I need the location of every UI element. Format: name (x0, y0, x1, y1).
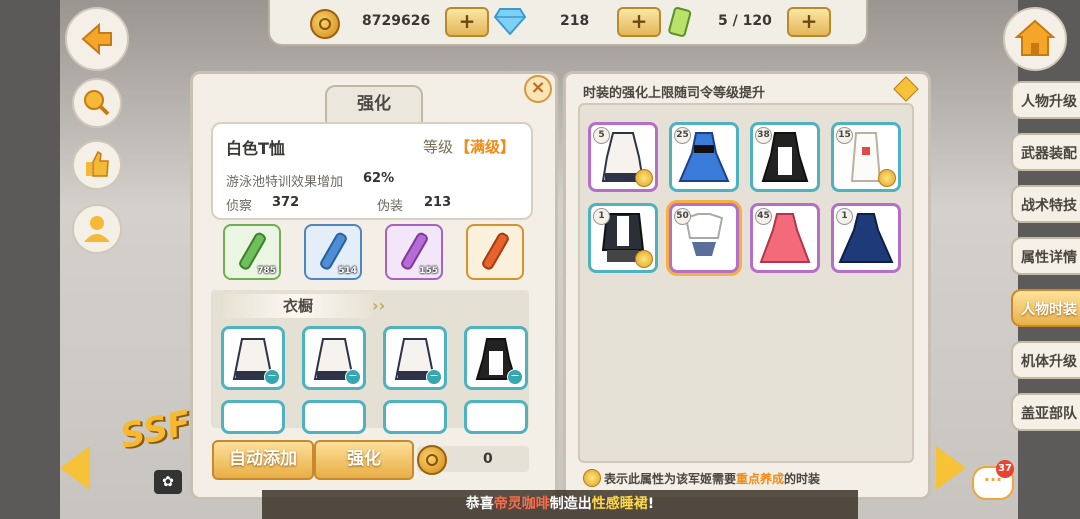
person-icon (84, 216, 110, 242)
stamina-battery-icon (668, 7, 692, 37)
star-icon (635, 250, 653, 268)
cost-value: 0 (483, 451, 493, 467)
next-character-arrow[interactable] (936, 446, 966, 490)
outfit-item[interactable]: 25 (669, 122, 739, 192)
potion-blue[interactable]: 514 (304, 224, 362, 280)
tab-gaia-squad[interactable]: 盖亚部队 (1011, 393, 1080, 431)
notice-prefix: 恭喜 (465, 496, 494, 512)
diamond-icon (494, 8, 526, 35)
star-icon (583, 469, 601, 487)
add-stamina-button[interactable]: + (787, 7, 831, 37)
wardrobe-item[interactable] (383, 400, 447, 434)
footer-suffix: 的时装 (784, 472, 821, 486)
potion-count: 785 (257, 266, 276, 276)
effect-label: 游泳池特训效果增加 (226, 175, 344, 190)
wardrobe-item[interactable]: − (383, 326, 447, 390)
coin-value: 8729626 (362, 13, 431, 29)
coin-icon (310, 9, 340, 39)
orange-potion-icon (482, 232, 509, 270)
potion-count: 155 (419, 266, 438, 276)
paw-icon[interactable]: ✿ (154, 470, 182, 494)
wardrobe-item[interactable] (302, 400, 366, 434)
back-arrow-icon (81, 22, 112, 56)
enhance-button[interactable]: 强化 (314, 440, 414, 480)
auto-add-button[interactable]: 自动添加 (212, 440, 314, 480)
coin-icon (417, 445, 447, 475)
notice-middle: 制造出 (549, 496, 592, 512)
star-icon (635, 169, 653, 187)
outfit-item-selected[interactable]: 50 (669, 203, 739, 273)
potion-orange[interactable] (466, 224, 524, 280)
like-button[interactable] (72, 140, 122, 190)
potion-count: 514 (338, 266, 357, 276)
potion-green[interactable]: 785 (223, 224, 281, 280)
item-name: 白色T恤 (226, 139, 285, 158)
outfit-item[interactable]: 38 (750, 122, 820, 192)
level-badge: 5 (593, 127, 610, 144)
wardrobe-item[interactable]: − (464, 326, 528, 390)
wardrobe-item[interactable]: − (302, 326, 366, 390)
level-badge: 1 (593, 208, 610, 225)
tab-character-upgrade[interactable]: 人物升级 (1011, 81, 1080, 119)
profile-button[interactable] (72, 204, 122, 254)
wardrobe-item[interactable]: − (221, 326, 285, 390)
level-badge: 25 (674, 127, 691, 144)
notice-player-name: 帝灵咖啡 (493, 496, 550, 512)
diamond-value: 218 (560, 13, 590, 29)
remove-icon[interactable]: − (507, 369, 523, 385)
level-value: 【满级】 (455, 138, 516, 156)
footer-prefix: 表示此属性为该军姬需要 (604, 472, 737, 486)
outfit-panel-title: 时装的强化上限随司令等级提升 (583, 86, 766, 101)
thumbs-up-icon (86, 150, 109, 177)
left-strip (0, 0, 60, 519)
tab-attribute-details[interactable]: 属性详情 (1011, 237, 1080, 275)
wardrobe-item[interactable] (464, 400, 528, 434)
tab-character-outfit[interactable]: 人物时装 (1011, 289, 1080, 327)
tab-weapon-equip[interactable]: 武器装配 (1011, 133, 1080, 171)
magnifier-icon (84, 90, 110, 116)
stat-disguise-label: 伪装 (377, 199, 404, 214)
wardrobe-header: 衣橱 (223, 294, 373, 318)
back-button[interactable] (65, 7, 129, 71)
stat-disguise-value: 213 (424, 195, 452, 210)
level-badge: 45 (755, 208, 772, 225)
outfit-item[interactable]: 15 (831, 122, 901, 192)
add-coins-button[interactable]: + (445, 7, 489, 37)
home-icon (1014, 19, 1056, 56)
stat-scout-value: 372 (272, 195, 300, 210)
zoom-button[interactable] (72, 78, 122, 128)
chevron-right-icon: ›› (372, 296, 386, 315)
potion-purple[interactable]: 155 (385, 224, 443, 280)
tab-mecha-upgrade[interactable]: 机体升级 (1011, 341, 1080, 379)
notice-suffix: ! (647, 496, 655, 512)
tab-enhance[interactable]: 强化 (325, 85, 423, 123)
remove-icon[interactable]: − (264, 369, 280, 385)
broadcast-notice: 恭喜帝灵咖啡制造出性感睡裙! (262, 490, 858, 519)
previous-character-arrow[interactable] (60, 446, 90, 490)
notice-item-name: 性感睡裙 (591, 496, 648, 512)
level-label: 等级 (423, 138, 454, 156)
star-icon (878, 169, 896, 187)
close-button[interactable]: × (524, 75, 552, 103)
wardrobe-item[interactable] (221, 400, 285, 434)
effect-value: 62% (363, 171, 395, 186)
chat-unread-badge: 37 (996, 460, 1014, 478)
home-button[interactable] (1003, 7, 1067, 71)
remove-icon[interactable]: − (426, 369, 442, 385)
stat-scout-label: 侦察 (226, 199, 253, 214)
footer-highlight: 重点养成 (736, 472, 785, 486)
level-badge: 50 (674, 208, 691, 225)
level-badge: 15 (836, 127, 853, 144)
footer-note: 表示此属性为该军姬需要重点养成的时装 (604, 470, 820, 487)
level-badge: 38 (755, 127, 772, 144)
level-badge: 1 (836, 208, 853, 225)
outfit-item[interactable]: 45 (750, 203, 820, 273)
outfit-item[interactable]: 1 (831, 203, 901, 273)
stamina-value: 5 / 120 (718, 13, 772, 29)
tab-tactical-skills[interactable]: 战术特技 (1011, 185, 1080, 223)
remove-icon[interactable]: − (345, 369, 361, 385)
outfit-item[interactable]: 5 (588, 122, 658, 192)
add-diamonds-button[interactable]: + (617, 7, 661, 37)
outfit-item[interactable]: 1 (588, 203, 658, 273)
